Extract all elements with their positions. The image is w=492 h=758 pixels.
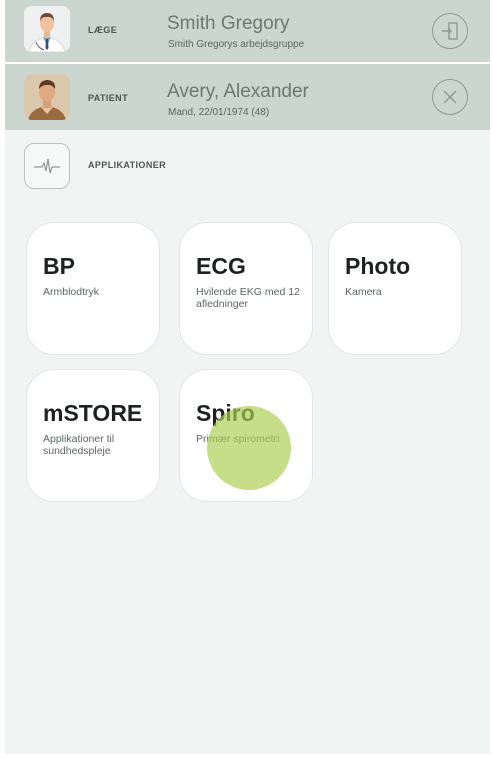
- doctor-group: Smith Gregorys arbejdsgruppe: [168, 39, 305, 50]
- app-tile-bp[interactable]: BP Armblodtryk: [26, 222, 160, 355]
- logout-button[interactable]: [432, 13, 468, 49]
- tile-description: Kamera: [345, 286, 382, 298]
- patient-role-label: PATIENT: [88, 93, 128, 103]
- app-tile-spiro[interactable]: Spiro Primær spirometri: [179, 369, 313, 502]
- tile-title: Photo: [345, 253, 411, 279]
- tile-title: Spiro: [196, 400, 255, 426]
- tile-description: Armblodtryk: [43, 286, 100, 298]
- doctor-role-label: LÆGE: [88, 25, 118, 35]
- tile-description: Applikationer til sundhedspleje: [43, 433, 115, 458]
- heartbeat-icon: [24, 143, 70, 189]
- app-tile-mstore[interactable]: mSTORE Applikationer til sundhedspleje: [26, 369, 160, 502]
- close-patient-button[interactable]: [432, 79, 468, 115]
- doctor-avatar: [24, 6, 70, 52]
- doctor-bar: LÆGE Smith Gregory Smith Gregorys arbejd…: [5, 0, 490, 62]
- app-tile-photo[interactable]: Photo Kamera: [328, 222, 462, 355]
- close-icon: [443, 90, 457, 104]
- app-screen: LÆGE Smith Gregory Smith Gregorys arbejd…: [5, 0, 490, 754]
- applications-label: APPLIKATIONER: [88, 160, 167, 170]
- tile-description: Primær spirometri: [196, 433, 280, 445]
- tile-title: BP: [43, 253, 75, 279]
- patient-bar: PATIENT Avery, Alexander Mand, 22/01/197…: [5, 64, 490, 130]
- tile-description: Hvilende EKG med 12 afledninger: [196, 286, 300, 311]
- logout-icon: [442, 22, 458, 40]
- patient-details: Mand, 22/01/1974 (48): [168, 107, 270, 118]
- patient-avatar: [24, 74, 70, 120]
- patient-name: Avery, Alexander: [167, 81, 309, 102]
- tile-title: ECG: [196, 253, 246, 279]
- doctor-name: Smith Gregory: [167, 13, 290, 34]
- app-tile-ecg[interactable]: ECG Hvilende EKG med 12 afledninger: [179, 222, 313, 355]
- tile-title: mSTORE: [43, 400, 143, 426]
